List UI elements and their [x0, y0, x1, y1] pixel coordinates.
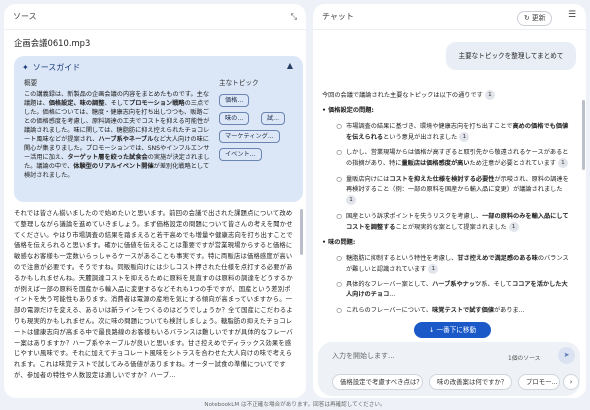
answer-list-item: ○ 量販店向けにはコストを抑えた仕様を検討する必要性が示唆され、原料の調達を再検討…: [336, 175, 569, 206]
answer-list-item: ○ これらのフレーバーについて、味覚テストで試す価値がありま...: [336, 306, 525, 314]
collapse-panel-icon[interactable]: ⤡: [291, 12, 297, 22]
refresh-icon: ↻: [524, 14, 530, 22]
sources-panel: ソース ⤡ 企画会議0610.mp3 ✦ ソースガイド ▲ 概要 主なトピック …: [4, 4, 306, 398]
sources-title: ソース: [13, 12, 37, 21]
chat-panel: チャット ↻ 更新 ☰ 主要なトピックを整理してまとめて 今回の会議で議論された…: [313, 4, 586, 398]
chevron-right-icon[interactable]: ›: [563, 374, 579, 390]
source-guide: ✦ ソースガイド ▲ 概要 主なトピック この講義録は、新製品の企画会議の内容を…: [14, 56, 303, 202]
section-title-taste: • 味の問題:: [322, 239, 356, 247]
citation-badge[interactable]: 1: [484, 90, 495, 100]
citation-badge[interactable]: 1: [346, 195, 356, 206]
answer-intro: 今回の会議で議論された主要なトピックは以下の通りです: [322, 92, 483, 99]
chat-input[interactable]: 入力を開始します...: [332, 351, 395, 361]
source-count: 1個のソース: [508, 356, 541, 362]
topic-chip-trial[interactable]: 試...: [261, 112, 286, 125]
section-title-price: • 価格設定の問題:: [322, 107, 374, 115]
jump-to-bottom-button[interactable]: ↓ 一番下に移動: [414, 322, 491, 338]
answer-list-item: ○ 市場調査の結果に基づき、環境や健康志向を打ち出すことで高めの価格でも価値を伝え…: [336, 122, 569, 142]
answer-list-item: ○ 国産という訴求ポイントを失うリスクを考慮し、一部の原料のみを輸入品にしてコスト…: [336, 212, 569, 232]
answer-list-item: ○ 糖脂肪に抑制するという特性を考慮し、甘さ控えめで満足感のある味のバランスが難し…: [336, 254, 569, 274]
citation-badge[interactable]: 1: [508, 221, 519, 232]
suggestion-chip[interactable]: 価格設定で考慮すべき点は？: [332, 374, 423, 390]
citation-badge[interactable]: 1: [459, 131, 470, 142]
assistant-answer: 今回の会議で議論された主要なトピックは以下の通りです 1 • 価格設定の問題: …: [322, 90, 572, 321]
summary-text: この講義録は、新製品の企画会議の内容をまとめたものです。主な議題は、価格設定、味…: [24, 91, 210, 179]
answer-list-item: ○ 具体的なフレーバー案として、ハーブ系やナッツ系、そしてココアを活かした大人向け…: [336, 281, 568, 299]
refresh-button[interactable]: ↻ 更新: [517, 11, 553, 26]
transcript-text: それでは皆さん揃いましたので始めたいと思います。前回の会議で出された課題点につい…: [14, 210, 293, 379]
suggestion-chip[interactable]: プロモー...: [518, 374, 560, 390]
topic-chip-event[interactable]: イベント...: [219, 148, 262, 161]
summary-label: 概要: [24, 79, 38, 87]
answer-list-item: ○ しかし、営業現場からは価格が高すぎると取引先から敬遠されるケースがあるとの指摘…: [336, 149, 569, 169]
sources-header: ソース ⤡: [4, 4, 306, 30]
citation-badge[interactable]: 1: [428, 263, 439, 274]
source-guide-header[interactable]: ✦ ソースガイド: [22, 62, 80, 73]
send-icon[interactable]: ➤: [558, 347, 575, 364]
topic-chip-marketing[interactable]: マーケティング...: [219, 130, 280, 143]
sparkle-icon: ✦: [22, 63, 29, 72]
source-filename: 企画会議0610.mp3: [14, 38, 91, 48]
refresh-label: 更新: [531, 14, 546, 22]
transcript-scrollbar[interactable]: [300, 209, 303, 255]
topics-label: 主なトピック: [219, 79, 259, 87]
topic-chip-taste[interactable]: 味の...: [219, 112, 250, 125]
settings-tune-icon[interactable]: ☰: [568, 10, 576, 20]
citation-badge[interactable]: 1: [557, 158, 568, 169]
suggestion-chip[interactable]: 味の改善案は何ですか？: [429, 374, 512, 390]
jump-label: 一番下に移動: [436, 326, 477, 334]
chevron-up-icon[interactable]: ▲: [287, 61, 293, 70]
source-guide-title: ソースガイド: [32, 63, 81, 72]
disclaimer-footer: NotebookLM は不正確な場合があります。回答は再確認してください。: [204, 402, 386, 408]
arrow-down-icon: ↓: [428, 326, 435, 334]
chat-input-area: 入力を開始します... 1個のソース ➤ 価格設定で考慮すべき点は？ 味の改善案…: [318, 342, 580, 396]
user-message: 主要なトピックを整理してまとめて: [446, 42, 576, 70]
topic-chip-price[interactable]: 価格...: [219, 94, 250, 107]
chat-scrollbar[interactable]: [582, 100, 585, 170]
